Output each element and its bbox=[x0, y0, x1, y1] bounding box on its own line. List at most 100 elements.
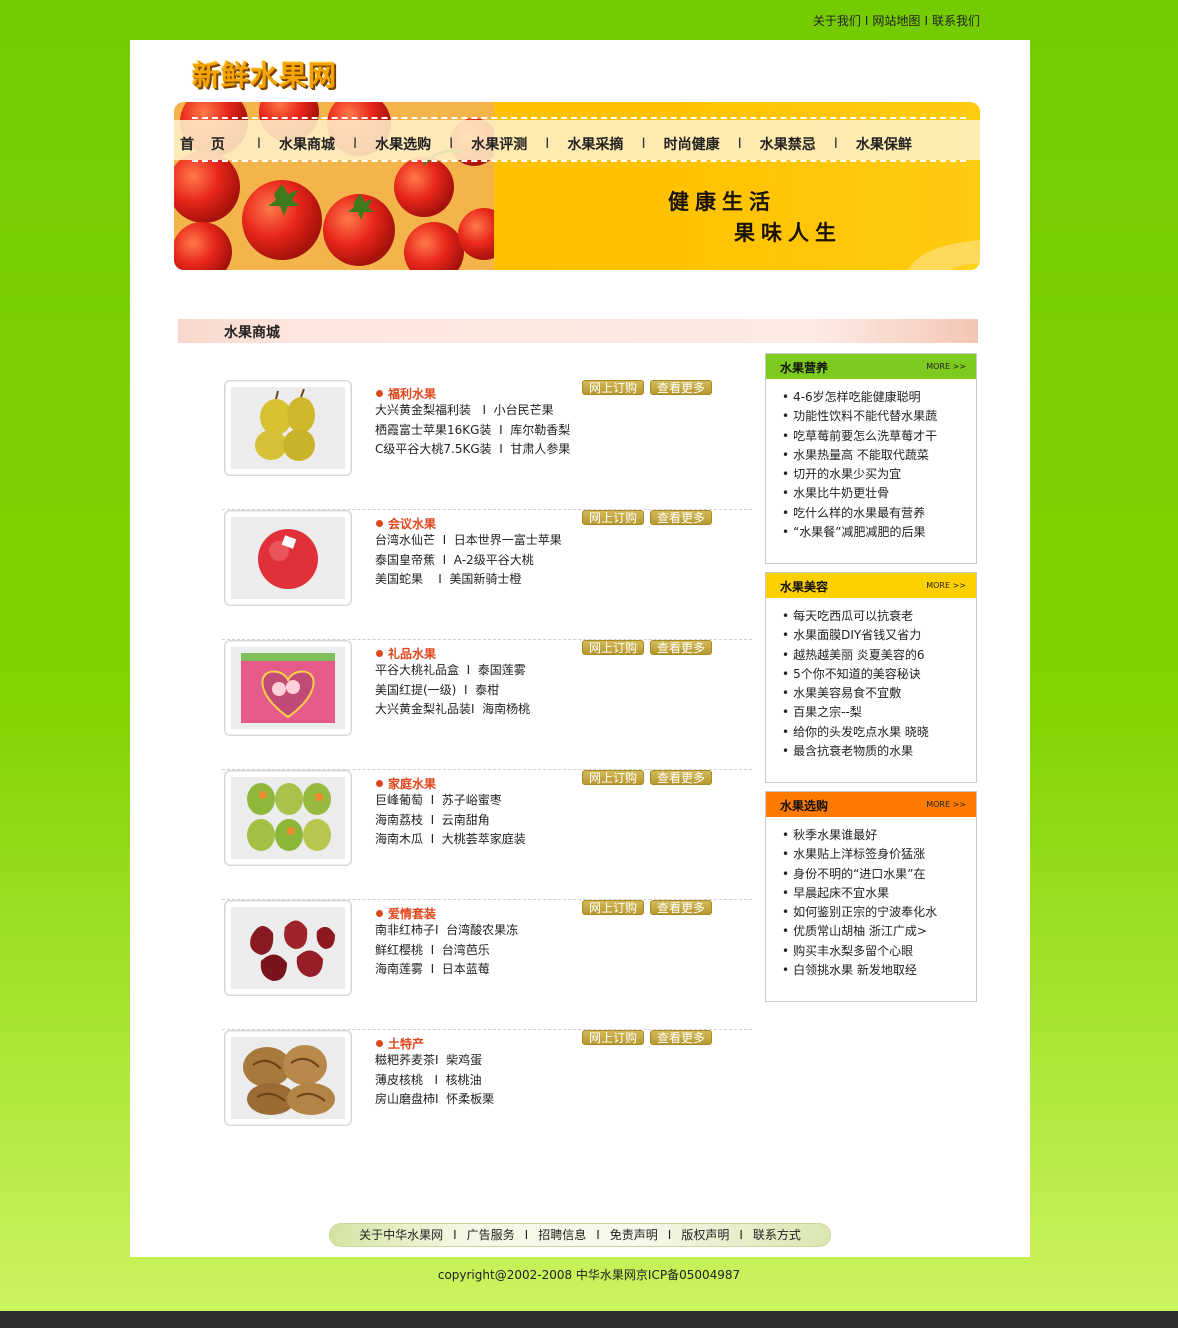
article-link[interactable]: 白领挑水果 新发地取经 bbox=[782, 961, 976, 980]
nav-home[interactable]: 首 页 bbox=[180, 134, 239, 154]
article-link[interactable]: 购买丰水梨多留个心眼 bbox=[782, 942, 976, 961]
view-more-button[interactable]: 查看更多 bbox=[650, 640, 713, 655]
more-link[interactable]: MORE >> bbox=[926, 362, 966, 371]
view-more-button[interactable]: 查看更多 bbox=[650, 900, 713, 915]
contact-us-link[interactable]: 联系我们 bbox=[932, 14, 980, 28]
more-link[interactable]: MORE >> bbox=[926, 800, 966, 809]
product-line[interactable]: 薄皮核桃 I 核桃油 bbox=[375, 1071, 494, 1091]
about-us-link[interactable]: 关于我们 bbox=[813, 14, 861, 28]
article-link[interactable]: 4-6岁怎样吃能健康聪明 bbox=[782, 388, 976, 407]
order-online-button[interactable]: 网上订购 bbox=[582, 900, 645, 915]
article-link[interactable]: 切开的水果少买为宜 bbox=[782, 465, 976, 484]
product-line[interactable]: 糍粑荞麦茶I 柴鸡蛋 bbox=[375, 1051, 494, 1071]
nav-fruit-selection[interactable]: 水果选购 bbox=[375, 134, 431, 154]
pear-image bbox=[231, 387, 345, 469]
product-row: 土特产 糍粑荞麦茶I 柴鸡蛋 薄皮核桃 I 核桃油 房山磨盘柿I 怀柔板栗 网上… bbox=[222, 1030, 752, 1160]
product-line[interactable]: 大兴黄金梨礼品装I 海南杨桃 bbox=[375, 700, 530, 720]
product-line[interactable]: C级平谷大桃7.5KG装 I 甘肃人参果 bbox=[375, 440, 570, 460]
product-line[interactable]: 台湾水仙芒 I 日本世界一富士苹果 bbox=[375, 531, 562, 551]
article-link[interactable]: 功能性饮料不能代替水果蔬 bbox=[782, 407, 976, 426]
sidebar-box-title: 水果美容 bbox=[780, 580, 829, 594]
footer-jobs-link[interactable]: 招聘信息 bbox=[538, 1228, 586, 1242]
nav-health[interactable]: 时尚健康 bbox=[664, 134, 720, 154]
article-link[interactable]: 身份不明的“进口水果”在 bbox=[782, 865, 976, 884]
product-line[interactable]: 海南荔枝 I 云南甜角 bbox=[375, 811, 526, 831]
view-more-button[interactable]: 查看更多 bbox=[650, 380, 713, 395]
product-line[interactable]: 泰国皇帝蕉 I A-2级平谷大桃 bbox=[375, 551, 562, 571]
article-link[interactable]: 如何鉴别正宗的宁波奉化水 bbox=[782, 903, 976, 922]
order-online-button[interactable]: 网上订购 bbox=[582, 380, 645, 395]
product-thumbnail[interactable] bbox=[224, 380, 352, 476]
footer-disclaimer-link[interactable]: 免责声明 bbox=[610, 1228, 658, 1242]
order-online-button[interactable]: 网上订购 bbox=[582, 770, 645, 785]
nav-fruit-mall[interactable]: 水果商城 bbox=[279, 134, 335, 154]
product-line[interactable]: 平谷大桃礼品盒 I 泰国莲雾 bbox=[375, 661, 530, 681]
footer-copyright-link[interactable]: 版权声明 bbox=[681, 1228, 729, 1242]
product-line[interactable]: 海南莲雾 I 日本蓝莓 bbox=[375, 960, 518, 980]
product-category[interactable]: 爱情套装 bbox=[376, 905, 436, 922]
nav-fruit-preservation[interactable]: 水果保鲜 bbox=[856, 134, 912, 154]
product-thumbnail[interactable] bbox=[224, 510, 352, 606]
footer-contact-link[interactable]: 联系方式 bbox=[753, 1228, 801, 1242]
article-link[interactable]: 百果之宗--梨 bbox=[782, 703, 976, 722]
product-line[interactable]: 美国红提(一级) I 泰柑 bbox=[375, 681, 530, 701]
product-thumbnail[interactable] bbox=[224, 900, 352, 996]
footer-ads-link[interactable]: 广告服务 bbox=[467, 1228, 515, 1242]
wax-apple-image bbox=[231, 907, 345, 989]
product-line[interactable]: 大兴黄金梨福利装 I 小台民芒果 bbox=[375, 401, 570, 421]
product-thumbnail[interactable] bbox=[224, 1030, 352, 1126]
product-category[interactable]: 礼品水果 bbox=[376, 645, 436, 662]
main-nav: 首 页I 水果商城 I 水果选购 I 水果评测 I 水果采摘 I 时尚健康 I 水果禁忌 I… bbox=[180, 134, 912, 154]
leaf-decoration bbox=[907, 239, 980, 270]
dashed-line-top bbox=[192, 117, 966, 119]
article-link[interactable]: 越热越美丽 炎夏美容的6 bbox=[782, 646, 976, 665]
article-link[interactable]: 水果美容易食不宜敷 bbox=[782, 684, 976, 703]
product-line[interactable]: 美国蛇果 I 美国新骑士橙 bbox=[375, 570, 562, 590]
article-link[interactable]: 吃草莓前要怎么洗草莓才干 bbox=[782, 427, 976, 446]
product-line[interactable]: 鲜红樱桃 I 台湾芭乐 bbox=[375, 941, 518, 961]
article-link[interactable]: 早晨起床不宜水果 bbox=[782, 884, 976, 903]
footer-about-link[interactable]: 关于中华水果网 bbox=[359, 1228, 443, 1242]
product-thumbnail[interactable] bbox=[224, 770, 352, 866]
article-link[interactable]: 水果面膜DIY省钱又省力 bbox=[782, 626, 976, 645]
view-more-button[interactable]: 查看更多 bbox=[650, 770, 713, 785]
article-link[interactable]: 最含抗衰老物质的水果 bbox=[782, 742, 976, 761]
product-line[interactable]: 海南木瓜 I 大桃荟萃家庭装 bbox=[375, 830, 526, 850]
product-thumbnail[interactable] bbox=[224, 640, 352, 736]
banner: 健康生活 果味人生 bbox=[174, 102, 980, 270]
order-online-button[interactable]: 网上订购 bbox=[582, 640, 645, 655]
more-link[interactable]: MORE >> bbox=[926, 581, 966, 590]
product-row: 礼品水果 平谷大桃礼品盒 I 泰国莲雾 美国红提(一级) I 泰柑 大兴黄金梨礼… bbox=[222, 640, 752, 770]
article-link[interactable]: “水果餐”减肥减肥的后果 bbox=[782, 523, 976, 542]
nav-fruit-picking[interactable]: 水果采摘 bbox=[567, 134, 623, 154]
order-online-button[interactable]: 网上订购 bbox=[582, 510, 645, 525]
view-more-button[interactable]: 查看更多 bbox=[650, 1030, 713, 1045]
article-link[interactable]: 水果热量高 不能取代蔬菜 bbox=[782, 446, 976, 465]
product-line[interactable]: 栖霞富士苹果16KG装 I 库尔勒香梨 bbox=[375, 421, 570, 441]
top-links: 关于我们 I 网站地图 I 联系我们 bbox=[812, 14, 980, 28]
article-link[interactable]: 水果贴上洋标签身价猛涨 bbox=[782, 845, 976, 864]
product-row: 爱情套装 南非红柿子I 台湾酸农果冻 鲜红樱桃 I 台湾芭乐 海南莲雾 I 日本… bbox=[222, 900, 752, 1030]
order-online-button[interactable]: 网上订购 bbox=[582, 1030, 645, 1045]
article-link[interactable]: 吃什么样的水果最有营养 bbox=[782, 504, 976, 523]
product-line[interactable]: 房山磨盘柿I 怀柔板栗 bbox=[375, 1090, 494, 1110]
view-more-button[interactable]: 查看更多 bbox=[650, 510, 713, 525]
article-link[interactable]: 给你的头发吃点水果 晓晓 bbox=[782, 723, 976, 742]
article-link[interactable]: 秋季水果谁最好 bbox=[782, 826, 976, 845]
article-link[interactable]: 5个你不知道的美容秘诀 bbox=[782, 665, 976, 684]
product-category[interactable]: 会议水果 bbox=[376, 515, 436, 532]
nav-fruit-taboo[interactable]: 水果禁忌 bbox=[760, 134, 816, 154]
product-category[interactable]: 土特产 bbox=[376, 1035, 424, 1052]
article-link[interactable]: 水果比牛奶更壮骨 bbox=[782, 484, 976, 503]
gift-box-image bbox=[231, 647, 345, 729]
site-logo[interactable]: 新鲜水果网 bbox=[192, 54, 337, 94]
product-line[interactable]: 南非红柿子I 台湾酸农果冻 bbox=[375, 921, 518, 941]
nav-fruit-review[interactable]: 水果评测 bbox=[471, 134, 527, 154]
article-link[interactable]: 每天吃西瓜可以抗衰老 bbox=[782, 607, 976, 626]
article-link[interactable]: 优质常山胡柚 浙江广成> bbox=[782, 922, 976, 941]
sidebar-box-selection: 水果选购 MORE >> 秋季水果谁最好 水果贴上洋标签身价猛涨 身份不明的“进… bbox=[765, 791, 977, 1002]
product-line[interactable]: 巨峰葡萄 I 苏子峪蜜枣 bbox=[375, 791, 526, 811]
product-category[interactable]: 福利水果 bbox=[376, 385, 436, 402]
sitemap-link[interactable]: 网站地图 bbox=[872, 14, 920, 28]
product-category[interactable]: 家庭水果 bbox=[376, 775, 436, 792]
